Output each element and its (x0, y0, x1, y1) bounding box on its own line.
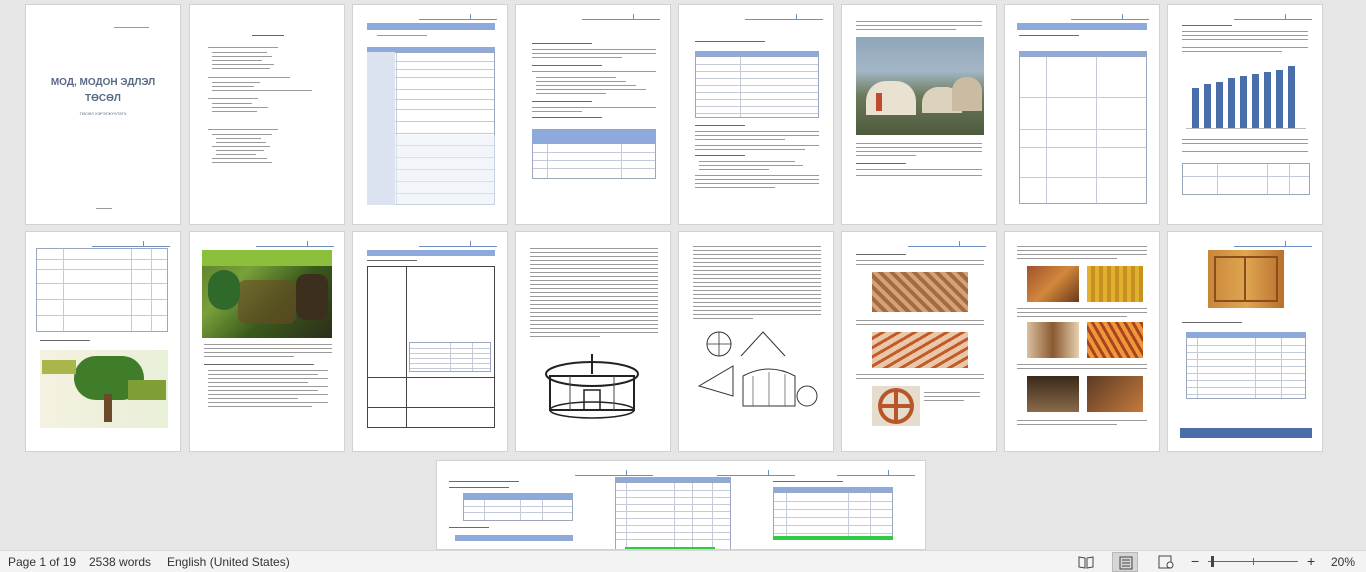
page-thumbnail[interactable] (515, 231, 671, 452)
page-thumbnail[interactable] (189, 4, 345, 225)
page-thumbnail[interactable] (352, 231, 508, 452)
interior-photo-6 (1087, 376, 1143, 412)
forest-banner-image (202, 250, 332, 338)
page-thumbnail[interactable] (841, 231, 997, 452)
page-thumbnail[interactable] (189, 231, 345, 452)
print-layout-button[interactable] (1112, 552, 1138, 572)
page-thumbnail[interactable] (25, 231, 181, 452)
crown-wheel-photo (872, 386, 920, 426)
page-thumbnail[interactable] (1167, 231, 1323, 452)
page-thumbnail[interactable] (1167, 4, 1323, 225)
zoom-level[interactable]: 20% (1331, 555, 1355, 569)
page-thumbnail[interactable]: МОД, МОДОН ЭДЛЭЛ ТӨСӨЛ ТӨСӨЛ ХЭРЭГЖҮҮЛЭГ… (25, 4, 181, 225)
page-thumbnail[interactable] (678, 4, 834, 225)
page-thumbnail[interactable] (1004, 4, 1160, 225)
lattice-wall-photo (872, 272, 968, 312)
interior-photo-5 (1027, 376, 1079, 412)
status-bar: Page 1 of 19 2538 words English (United … (0, 550, 1366, 572)
page-thumbnail[interactable] (1004, 231, 1160, 452)
interior-photo-4 (1087, 322, 1143, 358)
page-thumbnail[interactable] (515, 4, 671, 225)
bar-chart-thumbnail (1186, 63, 1306, 129)
cover-title-line2: ТӨСӨЛ (85, 93, 121, 104)
yurt-parts-sketch (697, 331, 818, 407)
read-mode-icon[interactable] (1078, 555, 1094, 569)
interior-photo-2 (1087, 266, 1143, 302)
tree-infographic (40, 350, 168, 428)
cover-subtitle: ТӨСӨЛ ХЭРЭГЖҮҮЛЭГЧ (79, 111, 127, 116)
zoom-out-button[interactable]: − (1191, 553, 1199, 569)
document-canvas[interactable]: МОД, МОДОН ЭДЛЭЛ ТӨСӨЛ ТӨСӨЛ ХЭРЭГЖҮҮЛЭГ… (0, 0, 1366, 550)
interior-photo-3 (1027, 322, 1079, 358)
furniture-photo (1208, 250, 1284, 308)
web-layout-icon[interactable] (1158, 555, 1174, 569)
page-count[interactable]: Page 1 of 19 (8, 555, 76, 569)
page-thumbnail[interactable] (436, 460, 926, 550)
word-count[interactable]: 2538 words (89, 555, 151, 569)
zoom-slider-midpoint (1253, 558, 1254, 565)
roof-poles-photo (872, 332, 968, 368)
page-thumbnail[interactable] (841, 4, 997, 225)
zoom-in-button[interactable]: + (1307, 553, 1315, 569)
zoom-slider-thumb[interactable] (1211, 556, 1214, 567)
language-indicator[interactable]: English (United States) (167, 555, 290, 569)
page-thumbnail[interactable] (678, 231, 834, 452)
page-thumbnail[interactable] (352, 4, 508, 225)
yurt-photo (856, 37, 984, 135)
yurt-drawing (545, 354, 639, 419)
print-layout-icon (1119, 556, 1133, 570)
interior-photo-1 (1027, 266, 1079, 302)
cover-title-line1: МОД, МОДОН ЭДЛЭЛ (50, 77, 156, 88)
